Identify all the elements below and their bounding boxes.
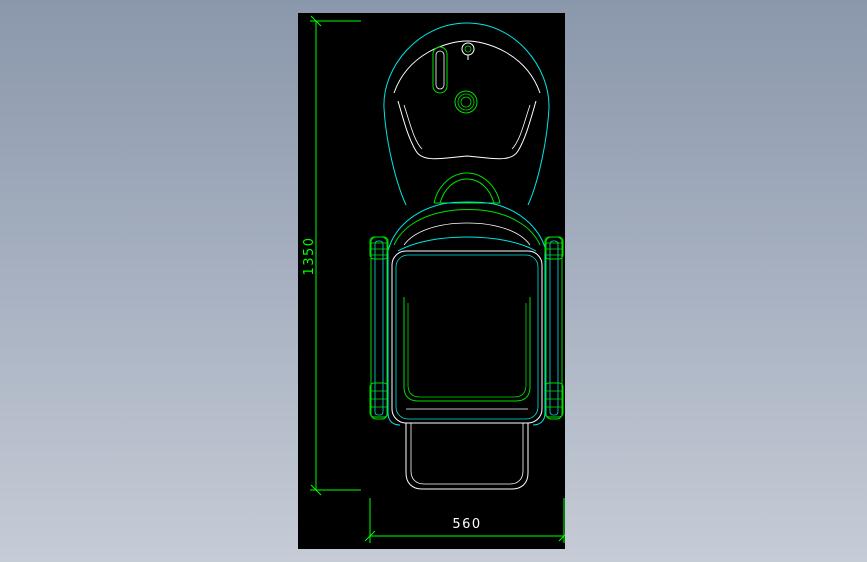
footrest [405,423,529,490]
drawing-canvas: 1350 560 [302,15,565,543]
basin-inner-rim [393,40,541,94]
side-panels [387,253,546,426]
neck-rest [433,172,501,204]
width-dimension-label: 560 [452,517,481,532]
right-armrest [544,236,564,420]
basin-bowl-inner-right [511,104,531,150]
backrest [387,201,547,252]
left-armrest [369,236,389,420]
faucet-spout-icon [461,42,475,56]
basin-bowl-inner [403,104,423,150]
wash-basin [383,22,550,206]
cad-viewport[interactable]: 1350 560 [298,13,565,549]
height-dimension [310,15,361,496]
seat [391,250,543,424]
faucet-handle-icon [432,46,448,94]
basin-outer-rim [383,22,550,206]
height-dimension-label: 1350 [302,236,317,275]
